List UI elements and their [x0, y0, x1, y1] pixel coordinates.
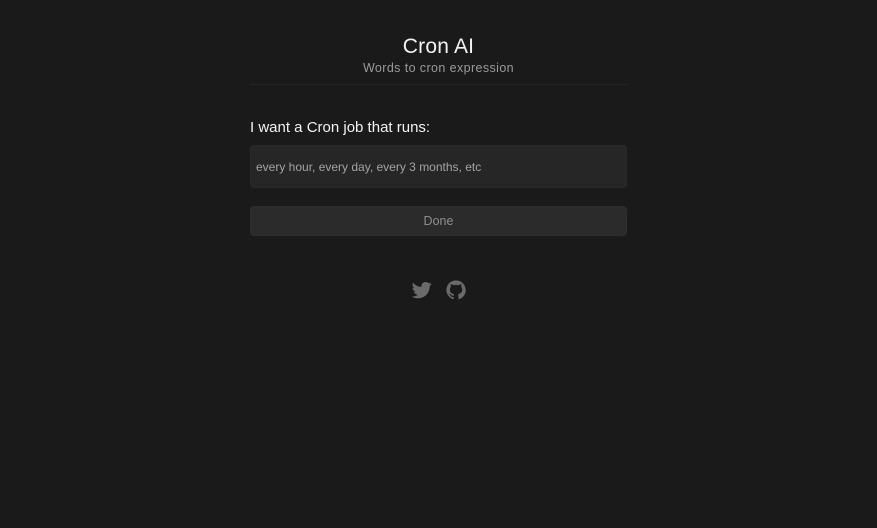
- github-link[interactable]: [446, 280, 466, 300]
- cron-prompt-label: I want a Cron job that runs:: [250, 119, 431, 136]
- twitter-icon: [412, 282, 432, 299]
- header: Cron AI Words to cron expression: [250, 32, 627, 85]
- twitter-link[interactable]: [412, 280, 432, 300]
- done-button[interactable]: Done: [250, 206, 627, 236]
- app-subtitle: Words to cron expression: [362, 61, 515, 75]
- social-links: [410, 280, 470, 300]
- page: Cron AI Words to cron expression I want …: [0, 0, 877, 528]
- app-title: Cron AI: [402, 35, 475, 58]
- cron-description-input[interactable]: [250, 145, 627, 188]
- github-icon: [446, 280, 466, 300]
